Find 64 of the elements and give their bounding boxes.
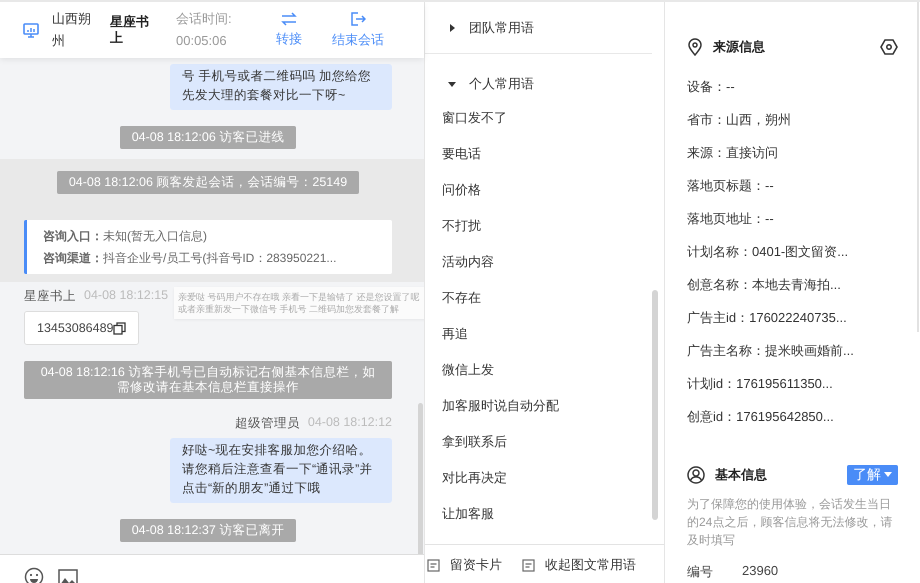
swap-arrows-icon xyxy=(280,12,298,26)
settings-icon[interactable] xyxy=(880,38,898,56)
notice-text: 为了保障您的使用体验，会话发生当日的24点之后，顾客信息将无法修改，请及时填写 xyxy=(687,496,894,549)
session-time: 00:05:06 xyxy=(176,32,228,50)
sender-name: 星座书上 xyxy=(24,288,76,305)
source-info-row-text: 设备：-- xyxy=(687,78,736,96)
phrase-group-toggle[interactable]: 团队常用语 xyxy=(425,2,652,54)
source-info-row-text: 计划名称：0401-图文留资... xyxy=(687,243,850,261)
phrase-item[interactable]: 让加客服 xyxy=(425,496,664,532)
field-value: 23960 xyxy=(742,563,778,580)
phrase-item[interactable]: 加客服时说自动分配 xyxy=(425,388,664,424)
caret-down-icon xyxy=(447,79,457,89)
system-message: 04-08 18:12:16 访客手机号已自动标记右侧基本信息栏，如需修改请在基本信息栏直接操作 xyxy=(24,361,392,399)
phrase-item[interactable]: 拿到联系后 xyxy=(425,424,664,460)
system-message: 04-08 18:12:06 顾客发起会话，会话编号：25149 xyxy=(56,171,360,194)
phrase-item[interactable]: 窗口发不了 xyxy=(425,100,664,136)
visitor-location: 山西朔州 xyxy=(52,10,92,50)
source-info-row-text: 省市：山西，朔州 xyxy=(687,111,792,129)
visitor-name: 星座书上 xyxy=(110,14,150,46)
emoji-icon[interactable] xyxy=(24,567,44,583)
source-info-row-text: 落地页标题：-- xyxy=(687,177,775,195)
exit-icon xyxy=(350,11,366,27)
phrase-item[interactable]: 微信上发 xyxy=(425,352,664,388)
document-icon xyxy=(522,558,535,572)
section-title: 来源信息 xyxy=(713,38,765,56)
system-message: 04-08 18:12:06 访客已进线 xyxy=(120,126,296,149)
phrase-group-toggle[interactable]: 个人常用语 xyxy=(425,68,664,100)
section-title: 基本信息 xyxy=(715,466,767,484)
system-message: 04-08 18:12:37 访客已离开 xyxy=(120,519,296,542)
user-icon xyxy=(687,466,705,484)
footer-button[interactable]: 留资卡片 xyxy=(427,553,502,577)
copy-icon[interactable] xyxy=(113,322,126,334)
caret-down-icon xyxy=(884,472,892,478)
source-info-row-text: 来源：直接访问 xyxy=(687,144,779,162)
document-icon xyxy=(427,558,440,572)
message-time: 04-08 18:12:12 xyxy=(308,415,392,431)
image-icon[interactable] xyxy=(58,569,78,583)
consult-info-line: 咨询渠道：抖音企业号/员工号(抖音号ID：283950221... xyxy=(43,250,338,267)
source-info-row-text: 创意id：176195642850... xyxy=(687,408,835,426)
message-time: 04-08 18:12:15 xyxy=(84,288,168,304)
field-label: 编号 xyxy=(687,563,714,581)
footer-button[interactable]: 收起图文常用语 xyxy=(522,553,636,577)
caret-right-icon xyxy=(447,22,457,32)
phone-number: 13453086489 xyxy=(37,321,114,335)
source-info-row-text: 创意名称：本地去青海拍... xyxy=(687,276,842,294)
location-pin-icon xyxy=(687,38,703,56)
phrase-item[interactable]: 问价格 xyxy=(425,172,664,208)
session-time-label: 会话时间: xyxy=(176,10,233,28)
phrase-item[interactable]: 要电话 xyxy=(425,136,664,172)
source-info-row-text: 广告主id：176022240735... xyxy=(687,309,848,327)
phrase-item[interactable]: 再追 xyxy=(425,316,664,352)
source-info-row-text: 计划id：176195611350... xyxy=(687,375,834,393)
message-bubble: 号 手机号或者二维码吗 加您给您先发大理的套餐对比一下呀~ xyxy=(170,64,392,110)
sender-name: 超级管理员 xyxy=(234,415,300,432)
source-info-row-text: 落地页地址：-- xyxy=(687,210,775,228)
source-info-row-text: 广告主名称：提米映画婚前... xyxy=(687,342,855,360)
phrase-item[interactable]: 对比再决定 xyxy=(425,460,664,496)
phrase-item[interactable]: 不打扰 xyxy=(425,208,664,244)
hover-tooltip: 亲爱哒 号码用户不存在哦 亲看一下是输错了 还是您设置了呢或者亲重新发一下微信号 手机号 二维码加您发套餐了解 xyxy=(174,287,424,319)
consult-info-line: 咨询入口：未知(暂无入口信息) xyxy=(43,228,208,245)
message-bubble: 好哒~现在安排客服加您介绍哈。请您稍后注意查看一下“通讯录”并点击“新的朋友”通过下哦 xyxy=(170,438,392,503)
phrase-item[interactable]: 不存在 xyxy=(425,280,664,316)
monitor-icon xyxy=(22,21,40,39)
phrase-item[interactable]: 活动内容 xyxy=(425,244,664,280)
